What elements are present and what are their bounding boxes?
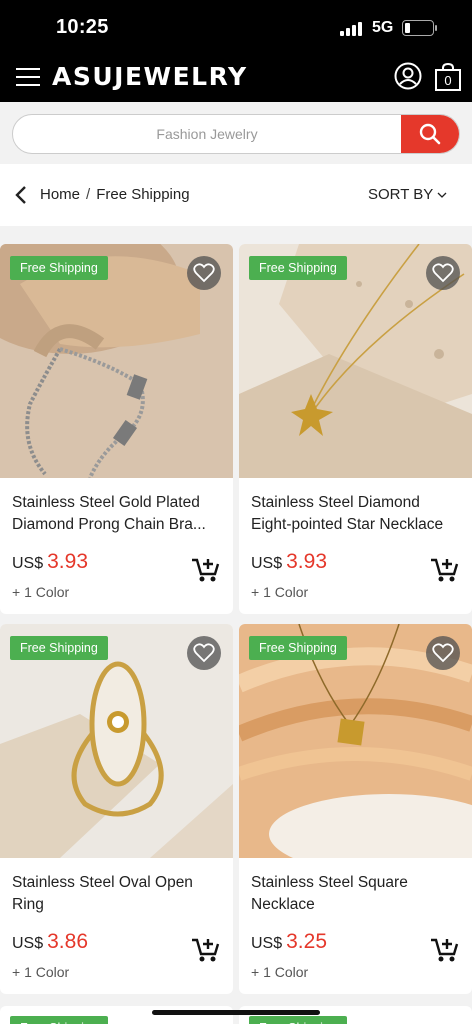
menu-icon[interactable] — [16, 68, 40, 88]
product-title[interactable]: Stainless Steel Diamond Eight-pointed St… — [251, 492, 460, 536]
product-price: US$ 3.93 — [251, 550, 327, 574]
breadcrumb-bar: Home / Free Shipping SORT BY — [0, 164, 472, 226]
free-shipping-badge: Free Shipping — [10, 636, 108, 660]
chevron-down-icon — [437, 192, 447, 198]
price-currency: US$ — [12, 935, 44, 952]
price-amount: 3.25 — [286, 930, 327, 953]
color-count[interactable]: + 1 Color — [251, 584, 308, 600]
price-currency: US$ — [12, 555, 44, 572]
status-time: 10:25 — [56, 16, 109, 38]
product-card[interactable]: Free Shipping Stainless Steel Square Nec… — [239, 624, 472, 994]
free-shipping-badge: Free Shipping — [249, 636, 347, 660]
color-count[interactable]: + 1 Color — [12, 584, 69, 600]
signal-icon — [340, 22, 364, 36]
heart-icon[interactable] — [187, 636, 221, 670]
search-icon — [419, 123, 441, 145]
home-indicator[interactable] — [152, 1010, 320, 1015]
product-title[interactable]: Stainless Steel Gold Plated Diamond Pron… — [12, 492, 221, 536]
product-grid: Free Shipping Stainless Steel Gold Plate… — [0, 244, 472, 994]
product-image[interactable]: Free Shipping — [239, 244, 472, 478]
app-header: ASUJEWELRY 0 — [0, 56, 472, 102]
price-currency: US$ — [251, 935, 283, 952]
shopping-bag-icon[interactable]: 0 — [434, 62, 462, 92]
product-image[interactable]: Free Shipping — [0, 624, 233, 858]
product-image[interactable]: Free Shipping — [0, 244, 233, 478]
free-shipping-badge: Free Shipping — [10, 1016, 108, 1024]
battery-icon — [402, 20, 437, 36]
sort-by-button[interactable]: SORT BY — [368, 186, 447, 203]
product-card[interactable]: Free Shipping Stainless Steel Oval Open … — [0, 624, 233, 994]
cart-count: 0 — [444, 73, 452, 88]
breadcrumb: Home / Free Shipping — [40, 186, 190, 203]
free-shipping-badge: Free Shipping — [249, 1016, 347, 1024]
add-to-cart-icon[interactable] — [191, 936, 221, 964]
add-to-cart-icon[interactable] — [191, 556, 221, 584]
heart-icon[interactable] — [187, 256, 221, 290]
heart-icon[interactable] — [426, 636, 460, 670]
price-amount: 3.93 — [47, 550, 88, 573]
network-label: 5G — [372, 19, 394, 36]
product-card[interactable]: Free Shipping — [239, 1006, 472, 1024]
product-title[interactable]: Stainless Steel Oval Open Ring — [12, 872, 221, 916]
breadcrumb-separator: / — [86, 186, 91, 203]
product-price: US$ 3.86 — [12, 930, 88, 954]
search-input[interactable] — [13, 115, 401, 153]
sort-by-label: SORT BY — [368, 186, 434, 203]
add-to-cart-icon[interactable] — [430, 936, 460, 964]
breadcrumb-home[interactable]: Home — [40, 186, 80, 203]
free-shipping-badge: Free Shipping — [249, 256, 347, 280]
product-image[interactable]: Free Shipping — [239, 624, 472, 858]
product-price: US$ 3.25 — [251, 930, 327, 954]
product-title[interactable]: Stainless Steel Square Necklace — [251, 872, 460, 916]
search-section — [0, 102, 472, 164]
breadcrumb-current: Free Shipping — [96, 186, 190, 203]
product-card[interactable]: Free Shipping — [0, 1006, 233, 1024]
product-price: US$ 3.93 — [12, 550, 88, 574]
back-chevron-icon[interactable] — [14, 186, 28, 204]
top-bar: 10:25 5G ASUJEWELRY 0 — [0, 0, 472, 102]
free-shipping-badge: Free Shipping — [10, 256, 108, 280]
product-card[interactable]: Free Shipping Stainless Steel Diamond Ei… — [239, 244, 472, 614]
price-amount: 3.93 — [286, 550, 327, 573]
brand-logo[interactable]: ASUJEWELRY — [52, 62, 248, 91]
status-bar: 10:25 5G — [0, 0, 472, 56]
search-button[interactable] — [401, 115, 459, 153]
color-count[interactable]: + 1 Color — [251, 964, 308, 980]
user-icon[interactable] — [394, 62, 422, 90]
product-card[interactable]: Free Shipping Stainless Steel Gold Plate… — [0, 244, 233, 614]
price-amount: 3.86 — [47, 930, 88, 953]
search-bar — [12, 114, 460, 154]
add-to-cart-icon[interactable] — [430, 556, 460, 584]
heart-icon[interactable] — [426, 256, 460, 290]
price-currency: US$ — [251, 555, 283, 572]
color-count[interactable]: + 1 Color — [12, 964, 69, 980]
